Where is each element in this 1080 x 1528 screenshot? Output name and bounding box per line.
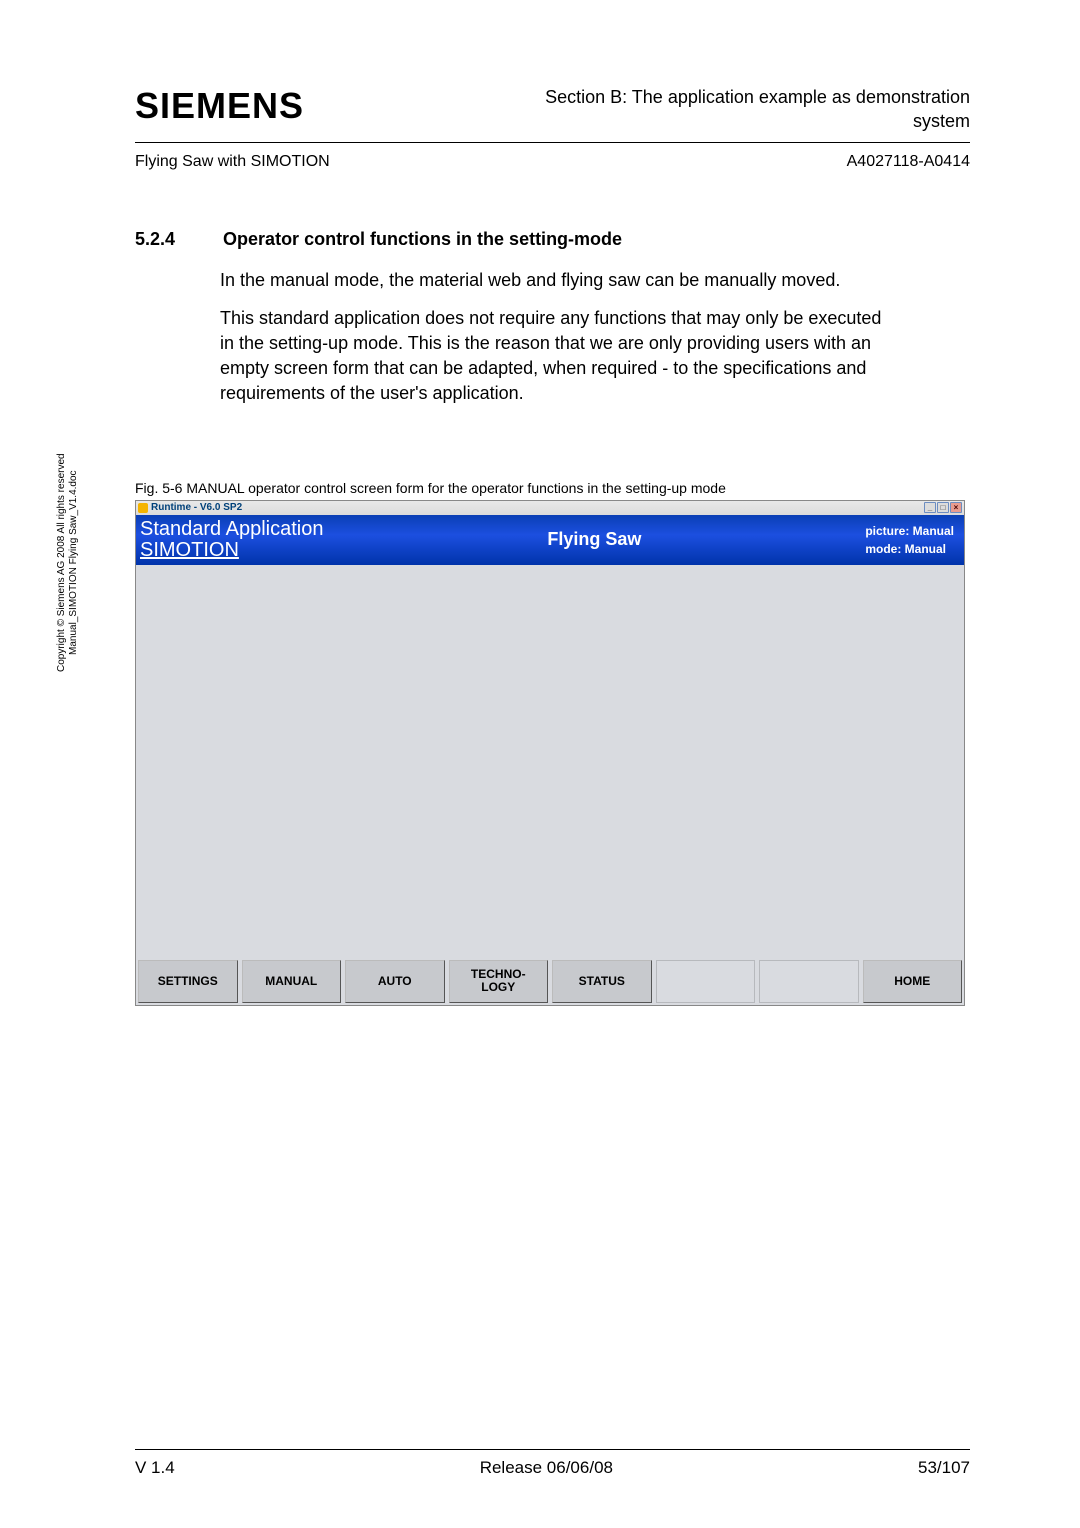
side-copyright: Copyright © Siemens AG 2008 All rights r… [56, 453, 80, 672]
section-title: Operator control functions in the settin… [223, 229, 622, 250]
hmi-button-auto[interactable]: AUTO [345, 960, 445, 1003]
hmi-button-techno-logy[interactable]: TECHNO- LOGY [449, 960, 549, 1003]
section-header-text: Section B: The application example as de… [545, 85, 970, 134]
subheader-right: A4027118-A0414 [847, 153, 970, 171]
section-title-row: 5.2.4 Operator control functions in the … [135, 229, 970, 250]
footer-right: 53/107 [918, 1458, 970, 1478]
section-number: 5.2.4 [135, 229, 175, 250]
side-copyright-line2: Manual_SIMOTION Flying Saw_V1.4.doc [68, 470, 79, 655]
paragraph-1: In the manual mode, the material web and… [220, 268, 900, 293]
hmi-header: Standard Application SIMOTION Flying Saw… [136, 515, 964, 565]
hmi-header-left-line2: SIMOTION [140, 540, 323, 561]
hmi-button-manual[interactable]: MANUAL [242, 960, 342, 1003]
page-footer: V 1.4 Release 06/06/08 53/107 [135, 1449, 970, 1478]
subheader-left: Flying Saw with SIMOTION [135, 153, 330, 171]
subheader-row: Flying Saw with SIMOTION A4027118-A0414 [135, 143, 970, 171]
hmi-header-right-line1: picture: Manual [865, 522, 954, 540]
footer-center: Release 06/06/08 [480, 1458, 613, 1478]
hmi-button-home[interactable]: HOME [863, 960, 963, 1003]
hmi-button-blank-5 [656, 960, 756, 1003]
hmi-header-center: Flying Saw [547, 529, 641, 550]
hmi-screenshot: Runtime - V6.0 SP2 _ □ × Standard Applic… [135, 500, 965, 1006]
hmi-button-status[interactable]: STATUS [552, 960, 652, 1003]
hmi-header-right-line2: mode: Manual [865, 540, 954, 558]
hmi-footer-buttons: SETTINGSMANUALAUTOTECHNO- LOGYSTATUS HOME [136, 957, 964, 1005]
hmi-header-right: picture: Manual mode: Manual [865, 522, 954, 558]
hmi-header-left-line1: Standard Application [140, 519, 323, 540]
hmi-button-blank-6 [759, 960, 859, 1003]
document-header: SIEMENS Section B: The application examp… [135, 85, 970, 134]
footer-left: V 1.4 [135, 1458, 175, 1478]
hmi-button-settings[interactable]: SETTINGS [138, 960, 238, 1003]
hmi-titlebar: Runtime - V6.0 SP2 _ □ × [136, 501, 964, 515]
app-icon [138, 503, 148, 513]
hmi-body-area [136, 565, 964, 957]
figure-caption: Fig. 5-6 MANUAL operator control screen … [135, 480, 970, 496]
side-copyright-line1: Copyright © Siemens AG 2008 All rights r… [56, 453, 67, 672]
hmi-window-title: Runtime - V6.0 SP2 [151, 502, 242, 513]
section-line2: system [913, 111, 970, 131]
paragraph-2: This standard application does not requi… [220, 306, 900, 405]
minimize-icon[interactable]: _ [924, 502, 936, 513]
hmi-header-left: Standard Application SIMOTION [140, 519, 323, 561]
maximize-icon[interactable]: □ [937, 502, 949, 513]
section-line1: Section B: The application example as de… [545, 87, 970, 107]
body-text: In the manual mode, the material web and… [220, 268, 900, 406]
close-icon[interactable]: × [950, 502, 962, 513]
window-buttons: _ □ × [924, 502, 962, 513]
siemens-logo: SIEMENS [135, 85, 304, 127]
